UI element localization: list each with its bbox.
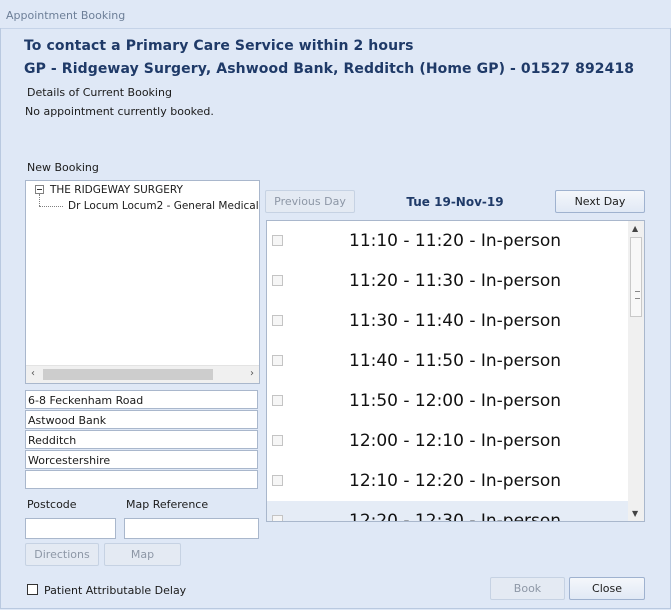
appointment-slot[interactable]: 11:50 - 12:00 - In-person xyxy=(267,381,628,421)
header-gp-details: GP - Ridgeway Surgery, Ashwood Bank, Red… xyxy=(24,61,635,77)
patient-delay-label: Patient Attributable Delay xyxy=(44,584,187,597)
slot-label: 11:10 - 11:20 - In-person xyxy=(349,231,562,251)
window-title-bar: Appointment Booking xyxy=(0,0,671,29)
schedule-date: Tue 19-Nov-19 xyxy=(406,195,504,209)
patient-delay-checkbox[interactable] xyxy=(27,584,38,595)
collapse-icon[interactable] xyxy=(35,185,44,194)
slot-label: 11:20 - 11:30 - In-person xyxy=(349,271,562,291)
slot-label: 11:40 - 11:50 - In-person xyxy=(349,351,562,371)
slot-checkbox[interactable] xyxy=(272,275,283,286)
previous-day-button[interactable]: Previous Day xyxy=(265,190,355,213)
slot-checkbox[interactable] xyxy=(272,515,283,521)
postcode-label: Postcode xyxy=(27,498,77,511)
address-line-2: Astwood Bank xyxy=(25,410,258,429)
scroll-right-icon[interactable]: › xyxy=(250,368,254,379)
address-line-1: 6-8 Feckenham Road xyxy=(25,390,258,409)
appointment-slot[interactable]: 12:20 - 12:30 - In-person xyxy=(267,501,628,522)
scroll-thumb[interactable] xyxy=(630,237,642,317)
directions-button[interactable]: Directions xyxy=(25,543,99,566)
appointment-slot-list[interactable]: 11:10 - 11:20 - In-person 11:20 - 11:30 … xyxy=(266,220,645,522)
map-reference-field[interactable] xyxy=(124,518,259,539)
slot-label: 11:50 - 12:00 - In-person xyxy=(349,391,562,411)
window-title: Appointment Booking xyxy=(6,9,126,22)
book-button[interactable]: Book xyxy=(490,577,565,600)
appointment-slot[interactable]: 11:40 - 11:50 - In-person xyxy=(267,341,628,381)
next-day-button[interactable]: Next Day xyxy=(555,190,645,213)
scroll-down-icon[interactable]: ▼ xyxy=(632,509,638,518)
appointment-slot[interactable]: 11:20 - 11:30 - In-person xyxy=(267,261,628,301)
slot-label: 12:10 - 12:20 - In-person xyxy=(349,471,562,491)
slot-checkbox[interactable] xyxy=(272,435,283,446)
address-line-5 xyxy=(25,470,258,489)
appointment-slot[interactable]: 11:10 - 11:20 - In-person xyxy=(267,221,628,261)
scroll-thumb[interactable] xyxy=(43,369,213,380)
slot-checkbox[interactable] xyxy=(272,355,283,366)
slot-label: 12:00 - 12:10 - In-person xyxy=(349,431,562,451)
map-reference-label: Map Reference xyxy=(126,498,209,511)
appointment-slot[interactable]: 12:10 - 12:20 - In-person xyxy=(267,461,628,501)
scroll-left-icon[interactable]: ‹ xyxy=(31,368,35,379)
map-button[interactable]: Map xyxy=(104,543,181,566)
slot-label: 11:30 - 11:40 - In-person xyxy=(349,311,562,331)
header-title: To contact a Primary Care Service within… xyxy=(24,38,414,54)
tree-horizontal-scrollbar[interactable]: ‹ › xyxy=(26,365,259,383)
slot-label: 12:20 - 12:30 - In-person xyxy=(349,511,562,522)
grip-icon xyxy=(635,291,640,299)
tree-node-doctor[interactable]: Dr Locum Locum2 - General Medical Practi… xyxy=(68,200,258,212)
scroll-up-icon[interactable]: ▲ xyxy=(632,224,638,233)
slot-list-vertical-scrollbar[interactable]: ▲ ▼ xyxy=(628,221,644,521)
postcode-field[interactable] xyxy=(25,518,116,539)
address-line-3: Redditch xyxy=(25,430,258,449)
appointment-slot[interactable]: 12:00 - 12:10 - In-person xyxy=(267,421,628,461)
surgery-tree[interactable]: THE RIDGEWAY SURGERY Dr Locum Locum2 - G… xyxy=(25,180,260,384)
current-booking-label: Details of Current Booking xyxy=(27,86,172,99)
slot-checkbox[interactable] xyxy=(272,475,283,486)
slot-checkbox[interactable] xyxy=(272,395,283,406)
new-booking-label: New Booking xyxy=(27,161,99,174)
close-button[interactable]: Close xyxy=(569,577,645,600)
address-line-4: Worcestershire xyxy=(25,450,258,469)
tree-node-surgery[interactable]: THE RIDGEWAY SURGERY xyxy=(50,184,183,196)
appointment-slot[interactable]: 11:30 - 11:40 - In-person xyxy=(267,301,628,341)
slot-checkbox[interactable] xyxy=(272,315,283,326)
slot-checkbox[interactable] xyxy=(272,235,283,246)
current-booking-status: No appointment currently booked. xyxy=(25,105,214,118)
